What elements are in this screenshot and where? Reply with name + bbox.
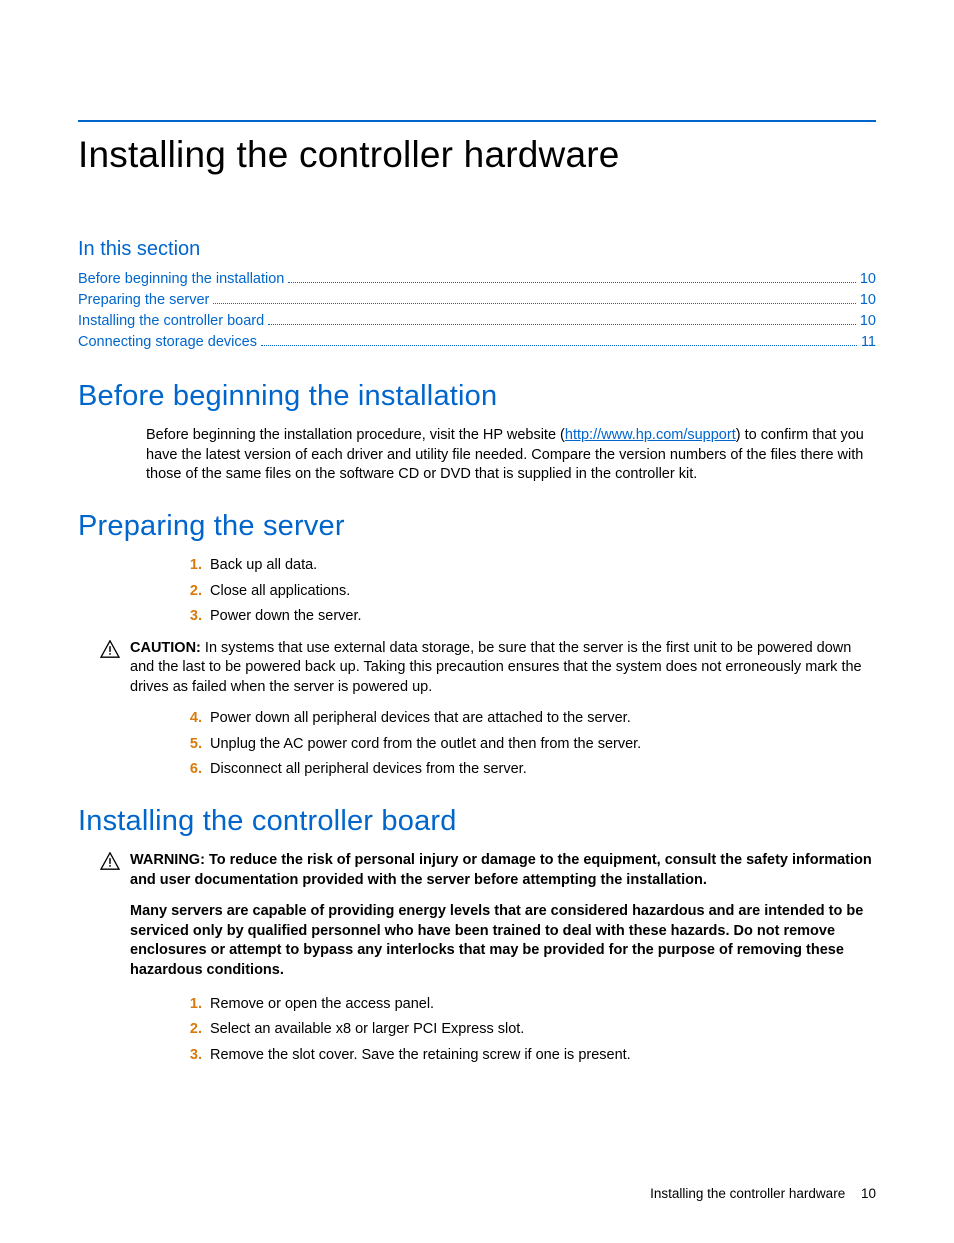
step-text: Select an available x8 or larger PCI Exp… bbox=[210, 1021, 524, 1037]
header-rule bbox=[78, 120, 876, 122]
step-number: 1. bbox=[182, 995, 202, 1015]
list-item: 1. Remove or open the access panel. bbox=[182, 995, 876, 1015]
step-number: 1. bbox=[182, 556, 202, 576]
toc-page: 10 bbox=[860, 290, 876, 311]
step-text: Remove or open the access panel. bbox=[210, 996, 434, 1012]
warning-body: WARNING: To reduce the risk of personal … bbox=[130, 851, 876, 890]
toc-label: Installing the controller board bbox=[78, 311, 264, 332]
caution-icon bbox=[100, 640, 122, 660]
toc-label: Connecting storage devices bbox=[78, 332, 257, 353]
toc: Before beginning the installation 10 Pre… bbox=[78, 269, 876, 353]
warning-text: To reduce the risk of personal injury or… bbox=[130, 852, 872, 888]
list-item: 3. Remove the slot cover. Save the retain… bbox=[182, 1046, 876, 1066]
step-text: Close all applications. bbox=[210, 583, 350, 599]
page-title: Installing the controller hardware bbox=[78, 130, 876, 180]
toc-dots bbox=[268, 312, 856, 325]
warning-paragraph: Many servers are capable of providing en… bbox=[78, 902, 876, 980]
hp-support-link[interactable]: http://www.hp.com/support bbox=[565, 427, 736, 443]
para-prefix: Before beginning the installation proced… bbox=[146, 427, 565, 443]
step-number: 3. bbox=[182, 1046, 202, 1066]
step-number: 2. bbox=[182, 582, 202, 602]
board-steps: 1. Remove or open the access panel. 2. Sel… bbox=[78, 995, 876, 1066]
footer-page-number: 10 bbox=[849, 1186, 876, 1201]
warning-notice: WARNING: To reduce the risk of personal … bbox=[78, 851, 876, 890]
warning-label: WARNING: bbox=[130, 852, 205, 868]
list-item: 5. Unplug the AC power cord from the outl… bbox=[182, 735, 876, 755]
toc-row[interactable]: Preparing the server 10 bbox=[78, 290, 876, 311]
step-number: 4. bbox=[182, 709, 202, 729]
toc-dots bbox=[288, 270, 855, 283]
caution-label: CAUTION: bbox=[130, 640, 201, 656]
toc-page: 10 bbox=[860, 311, 876, 332]
step-text: Unplug the AC power cord from the outlet… bbox=[210, 736, 641, 752]
step-text: Disconnect all peripheral devices from t… bbox=[210, 761, 527, 777]
list-item: 2. Close all applications. bbox=[182, 582, 876, 602]
step-text: Remove the slot cover. Save the retainin… bbox=[210, 1047, 631, 1063]
list-item: 6. Disconnect all peripheral devices from… bbox=[182, 760, 876, 780]
step-text: Power down all peripheral devices that a… bbox=[210, 710, 631, 726]
toc-dots bbox=[213, 291, 855, 304]
step-number: 3. bbox=[182, 607, 202, 627]
in-this-section-heading: In this section bbox=[78, 236, 876, 263]
section-heading-before: Before beginning the installation bbox=[78, 377, 876, 416]
step-text: Power down the server. bbox=[210, 608, 362, 624]
section-heading-board: Installing the controller board bbox=[78, 802, 876, 841]
before-paragraph: Before beginning the installation proced… bbox=[78, 426, 876, 485]
step-number: 5. bbox=[182, 735, 202, 755]
step-number: 6. bbox=[182, 760, 202, 780]
toc-page: 11 bbox=[861, 332, 876, 353]
caution-notice: CAUTION: In systems that use external da… bbox=[78, 639, 876, 698]
prep-steps-b: 4. Power down all peripheral devices that… bbox=[78, 709, 876, 780]
caution-body: CAUTION: In systems that use external da… bbox=[130, 639, 876, 698]
prep-steps-a: 1. Back up all data. 2. Close all applicat… bbox=[78, 556, 876, 627]
toc-row[interactable]: Connecting storage devices 11 bbox=[78, 332, 876, 353]
toc-page: 10 bbox=[860, 269, 876, 290]
toc-row[interactable]: Before beginning the installation 10 bbox=[78, 269, 876, 290]
toc-dots bbox=[261, 333, 857, 346]
footer-text: Installing the controller hardware bbox=[650, 1186, 845, 1201]
toc-label: Preparing the server bbox=[78, 290, 209, 311]
section-heading-preparing: Preparing the server bbox=[78, 507, 876, 546]
list-item: 1. Back up all data. bbox=[182, 556, 876, 576]
page-footer: Installing the controller hardware 10 bbox=[78, 1185, 876, 1203]
list-item: 3. Power down the server. bbox=[182, 607, 876, 627]
step-number: 2. bbox=[182, 1020, 202, 1040]
step-text: Back up all data. bbox=[210, 557, 317, 573]
list-item: 2. Select an available x8 or larger PCI E… bbox=[182, 1020, 876, 1040]
toc-label: Before beginning the installation bbox=[78, 269, 284, 290]
toc-row[interactable]: Installing the controller board 10 bbox=[78, 311, 876, 332]
list-item: 4. Power down all peripheral devices that… bbox=[182, 709, 876, 729]
warning-icon bbox=[100, 852, 122, 872]
caution-text: In systems that use external data storag… bbox=[130, 640, 862, 695]
